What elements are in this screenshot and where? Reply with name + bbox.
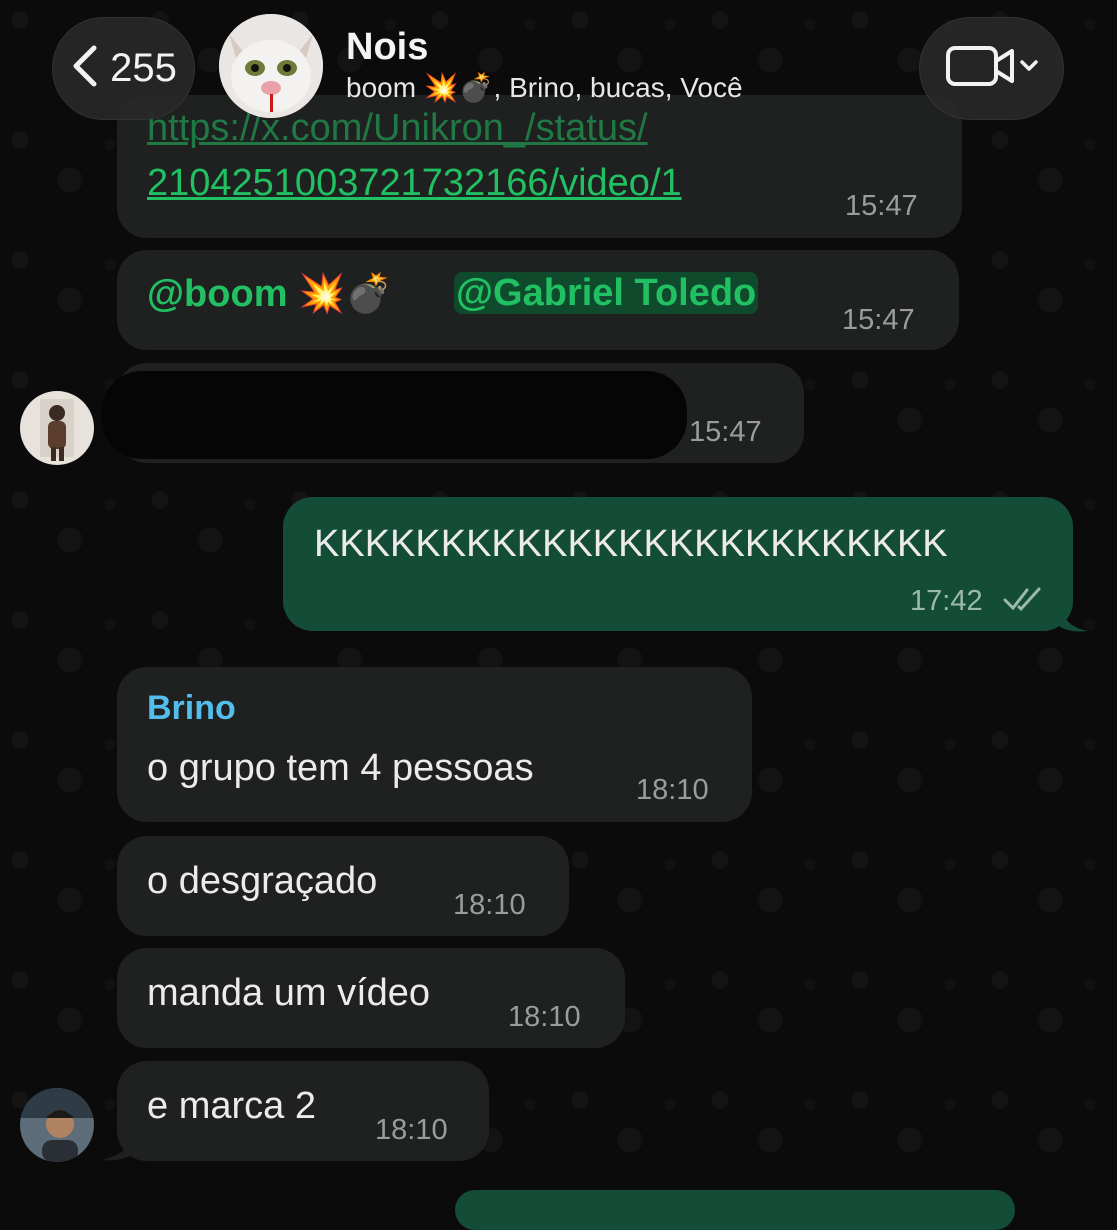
message-text: o desgraçado — [147, 860, 378, 902]
message-time: 18:10 — [636, 774, 709, 806]
message-time: 18:10 — [375, 1114, 448, 1146]
group-avatar[interactable] — [219, 14, 323, 118]
message-bubble-outgoing[interactable]: KKKKKKKKKKKKKKKKKKKKKKKKK 17:42 — [283, 497, 1073, 631]
unread-count: 255 — [110, 46, 177, 90]
read-receipt-icon — [1003, 585, 1047, 618]
group-members[interactable]: boom 💥💣, Brino, bucas, Você — [346, 70, 743, 106]
message-bubble-mentions[interactable]: @boom 💥💣 @Gabriel Toledo 15:47 — [117, 250, 959, 350]
sender-avatar[interactable] — [20, 1088, 94, 1162]
redacted-scribble — [102, 371, 687, 459]
message-time: 15:47 — [689, 416, 762, 448]
video-camera-icon — [944, 43, 1040, 94]
bubble-tail — [1060, 605, 1088, 632]
message-time: 17:42 — [910, 585, 983, 617]
message-text: e marca 2 — [147, 1085, 316, 1127]
chat-header: 255 Nois boom 💥💣, Brino, bucas, Você — [0, 0, 1117, 125]
message-time: 18:10 — [453, 889, 526, 921]
message-link[interactable]: 2104251003721732166/video/1 — [147, 162, 682, 205]
sender-name[interactable]: Brino — [147, 689, 236, 728]
message-text: o grupo tem 4 pessoas — [147, 747, 534, 789]
message-text: KKKKKKKKKKKKKKKKKKKKKKKKK — [314, 523, 948, 565]
message-text: manda um vídeo — [147, 972, 431, 1014]
message-bubble-redacted[interactable]: 15:47 — [102, 363, 804, 463]
mention-gabriel-toledo[interactable]: @Gabriel Toledo — [454, 272, 759, 315]
sender-avatar[interactable] — [20, 391, 94, 465]
back-button[interactable]: 255 — [52, 17, 195, 120]
video-call-button[interactable] — [919, 17, 1064, 120]
bubble-tail — [102, 1132, 134, 1161]
chevron-left-icon — [70, 44, 100, 93]
group-title[interactable]: Nois — [346, 26, 743, 68]
message-time: 18:10 — [508, 1001, 581, 1033]
message-bubble[interactable]: e marca 2 18:10 — [117, 1061, 489, 1161]
message-bubble[interactable]: manda um vídeo 18:10 — [117, 948, 625, 1048]
message-bubble-outgoing-partial[interactable] — [455, 1190, 1015, 1230]
mention-boom[interactable]: @boom 💥💣 — [147, 272, 393, 316]
message-bubble[interactable]: o desgraçado 18:10 — [117, 836, 569, 936]
message-time: 15:47 — [845, 190, 918, 222]
message-bubble-brino[interactable]: Brino o grupo tem 4 pessoas 18:10 — [117, 667, 752, 822]
message-time: 15:47 — [842, 304, 915, 336]
